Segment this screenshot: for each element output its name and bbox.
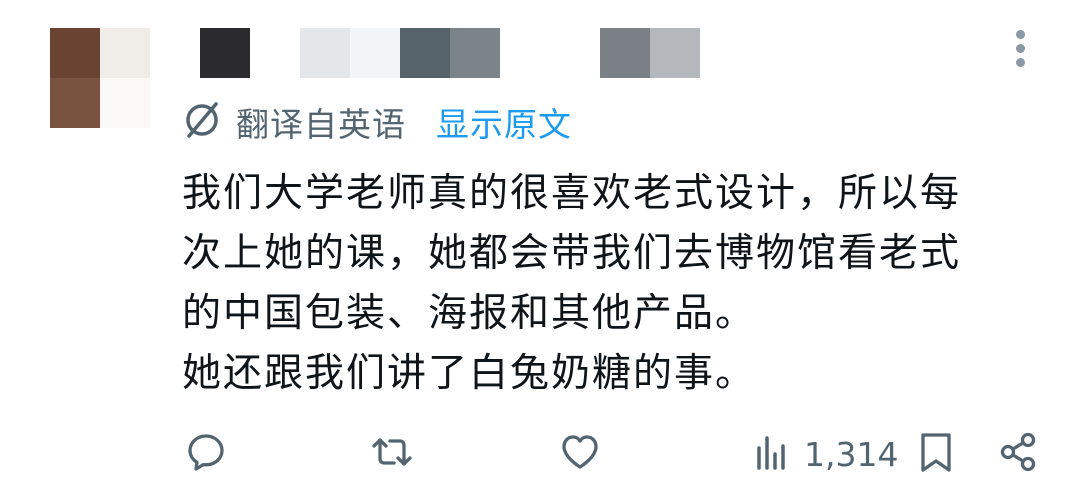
tweet-text-line: 我们大学老师真的很喜欢老式设计，所以每 <box>182 171 962 216</box>
speech-bubble-icon <box>184 430 228 478</box>
retweet-button[interactable] <box>370 432 414 476</box>
heart-icon <box>558 430 602 478</box>
bookmark-icon <box>914 430 958 478</box>
bar-chart-icon <box>750 430 794 478</box>
reply-button[interactable] <box>184 432 228 476</box>
views-button[interactable]: 1,314 <box>750 432 898 476</box>
tweet-text-line: 的中国包装、海报和其他产品。 <box>182 291 757 336</box>
tweet-text-line: 她还跟我们讲了白兔奶糖的事。 <box>182 351 757 396</box>
more-vertical-icon[interactable] <box>1003 30 1037 74</box>
globe-slash-icon <box>180 98 224 146</box>
translated-from-label: 翻译自英语 <box>236 105 406 144</box>
avatar[interactable] <box>50 28 150 128</box>
translation-row: 翻译自英语 显示原文 <box>180 98 572 146</box>
retweet-icon <box>370 430 414 478</box>
like-button[interactable] <box>558 432 602 476</box>
share-icon <box>996 430 1040 478</box>
bookmark-button[interactable] <box>914 432 958 476</box>
show-original-link[interactable]: 显示原文 <box>436 98 572 146</box>
views-count: 1,314 <box>804 434 899 474</box>
share-button[interactable] <box>996 432 1040 476</box>
tweet-text-line: 次上她的课，她都会带我们去博物馆看老式 <box>182 231 962 276</box>
action-bar: 1,314 <box>0 428 1080 480</box>
tweet-text: 我们大学老师真的很喜欢老式设计，所以每 次上她的课，她都会带我们去博物馆看老式 … <box>182 164 1042 404</box>
